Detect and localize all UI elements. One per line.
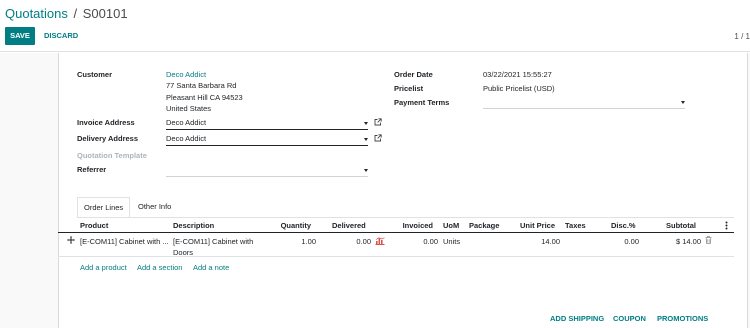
forecast-chart-icon[interactable] <box>375 237 385 245</box>
table-row-divider <box>58 256 734 257</box>
cell-quantity[interactable]: 1.00 <box>301 237 316 246</box>
cell-discount[interactable]: 0.00 <box>624 237 639 246</box>
external-link-icon[interactable] <box>374 134 382 142</box>
column-header-unit-price[interactable]: Unit Price <box>520 221 555 230</box>
referrer-label: Referrer <box>77 165 107 174</box>
customer-country: United States <box>166 104 212 113</box>
coupon-button[interactable]: COUPON <box>613 314 646 323</box>
column-header-description[interactable]: Description <box>173 221 214 230</box>
breadcrumb-current: S00101 <box>82 6 128 21</box>
delivery-address-label: Delivery Address <box>77 134 139 143</box>
add-section-link[interactable]: Add a section <box>137 263 182 272</box>
cell-product[interactable]: [E-COM11] Cabinet with ... <box>80 237 169 246</box>
invoice-address-label: Invoice Address <box>77 118 135 127</box>
breadcrumb: Quotations / S00101 <box>5 6 128 21</box>
tabs-divider <box>77 217 734 218</box>
external-link-icon[interactable] <box>374 118 382 126</box>
customer-address-line2: Pleasant Hill CA 94523 <box>166 93 243 102</box>
pricelist-value[interactable]: Public Pricelist (USD) <box>483 84 555 93</box>
cell-uom[interactable]: Units <box>443 237 460 246</box>
order-date-label: Order Date <box>394 70 433 79</box>
add-note-link[interactable]: Add a note <box>193 263 229 272</box>
column-header-uom[interactable]: UoM <box>443 221 459 230</box>
discard-button[interactable]: DISCARD <box>44 27 78 45</box>
column-header-quantity[interactable]: Quantity <box>281 221 311 230</box>
dropdown-caret-icon[interactable] <box>681 101 685 104</box>
add-shipping-button[interactable]: ADD SHIPPING <box>550 314 604 323</box>
control-panel: Quotations / S00101 SAVE DISCARD 1 / 1 <box>0 0 750 52</box>
referrer-field[interactable] <box>166 164 368 177</box>
delivery-address-field[interactable]: Deco Addict <box>166 133 368 146</box>
column-header-delivered[interactable]: Delivered <box>332 221 366 230</box>
cell-delivered[interactable]: 0.00 <box>356 237 371 246</box>
dropdown-caret-icon[interactable] <box>364 169 368 172</box>
customer-name-link[interactable]: Deco Addict <box>166 70 206 79</box>
table-header-divider <box>58 232 734 233</box>
promotions-button[interactable]: PROMOTIONS <box>657 314 708 323</box>
order-date-value[interactable]: 03/22/2021 15:55:27 <box>483 70 552 79</box>
dropdown-caret-icon[interactable] <box>364 122 368 125</box>
save-button[interactable]: SAVE <box>5 27 35 45</box>
drag-handle-icon[interactable] <box>67 236 75 244</box>
breadcrumb-quotations-link[interactable]: Quotations <box>5 6 68 21</box>
cell-subtotal: $ 14.00 <box>675 237 701 246</box>
cell-invoiced[interactable]: 0.00 <box>423 237 438 246</box>
invoice-address-field[interactable]: Deco Addict <box>166 117 368 130</box>
delivery-address-value: Deco Addict <box>166 134 207 143</box>
quotation-template-label: Quotation Template <box>77 151 147 160</box>
options-kebab-icon[interactable] <box>725 221 728 230</box>
pricelist-label: Pricelist <box>394 84 424 93</box>
breadcrumb-separator: / <box>73 6 78 21</box>
tab-other-info[interactable]: Other Info <box>132 197 177 218</box>
cell-description-line1[interactable]: [E-COM11] Cabinet with <box>173 237 253 246</box>
customer-address-line1: 77 Santa Barbara Rd <box>166 81 237 90</box>
payment-terms-label: Payment Terms <box>394 98 450 107</box>
column-header-subtotal[interactable]: Subtotal <box>666 221 696 230</box>
invoice-address-value: Deco Addict <box>166 118 207 127</box>
cell-unit-price[interactable]: 14.00 <box>541 237 560 246</box>
payment-terms-field[interactable] <box>483 96 685 109</box>
dropdown-caret-icon[interactable] <box>364 138 368 141</box>
trash-icon[interactable] <box>705 236 712 244</box>
customer-label: Customer <box>77 70 113 79</box>
column-header-taxes[interactable]: Taxes <box>565 221 586 230</box>
form-sheet <box>58 53 748 328</box>
add-product-link[interactable]: Add a product <box>80 263 127 272</box>
column-header-package[interactable]: Package <box>469 221 499 230</box>
column-header-discount[interactable]: Disc.% <box>611 221 636 230</box>
column-header-product[interactable]: Product <box>80 221 108 230</box>
column-header-invoiced[interactable]: Invoiced <box>403 221 433 230</box>
pager-value[interactable]: 1 / 1 <box>734 32 750 41</box>
tab-order-lines[interactable]: Order Lines <box>77 197 130 218</box>
